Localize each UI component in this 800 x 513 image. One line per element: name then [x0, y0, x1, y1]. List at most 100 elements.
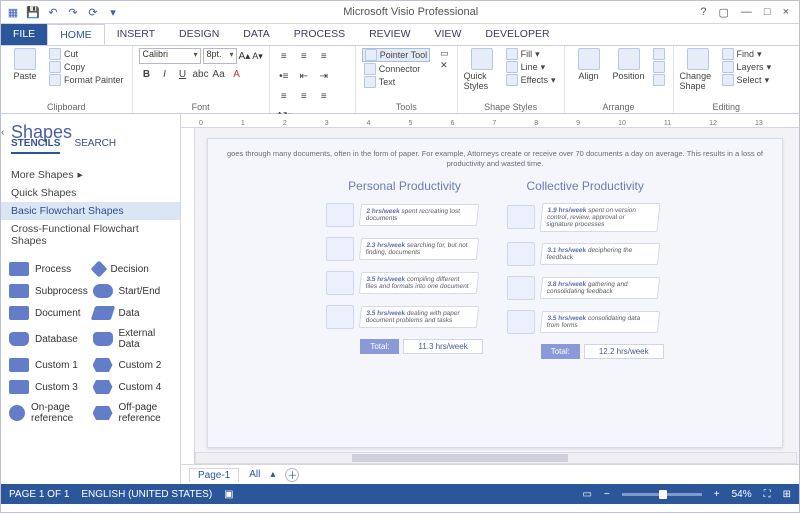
pointer-tool-button[interactable]: Pointer Tool [362, 48, 430, 62]
shape-on-page-reference[interactable]: On-page reference [9, 400, 89, 426]
italic-icon[interactable]: I [157, 66, 173, 82]
status-page[interactable]: PAGE 1 OF 1 [9, 489, 69, 500]
effects-button[interactable]: Effects▾ [504, 74, 558, 86]
presentation-mode-icon[interactable]: ▭ [582, 489, 591, 500]
change-shape-button[interactable]: Change Shape [680, 48, 716, 91]
entry-thumb-icon [326, 271, 354, 295]
increase-font-icon[interactable]: A▴ [239, 51, 251, 62]
shape-custom-2[interactable]: Custom 2 [93, 356, 173, 374]
copy-button[interactable]: Copy [47, 61, 126, 73]
shape-custom-1[interactable]: Custom 1 [9, 356, 89, 374]
select-button[interactable]: Select▾ [720, 74, 774, 86]
page-tab-1[interactable]: Page-1 [189, 468, 239, 482]
add-page-button[interactable]: ＋ [285, 468, 299, 482]
tab-data[interactable]: DATA [231, 24, 281, 45]
shape-subprocess[interactable]: Subprocess [9, 282, 89, 300]
shape-custom-3[interactable]: Custom 3 [9, 378, 89, 396]
bullets-icon[interactable]: •≡ [276, 68, 292, 84]
shape-start-end[interactable]: Start/End [93, 282, 173, 300]
tab-developer[interactable]: DEVELOPER [473, 24, 561, 45]
help-icon[interactable]: ? [700, 6, 706, 19]
underline-icon[interactable]: U [175, 66, 191, 82]
status-language[interactable]: ENGLISH (UNITED STATES) [81, 489, 212, 500]
bold-icon[interactable]: B [139, 66, 155, 82]
indent-dec-icon[interactable]: ⇤ [296, 68, 312, 84]
zoom-in-icon[interactable]: + [714, 489, 720, 500]
eraser-tool-icon[interactable]: ✕ [438, 60, 451, 71]
save-icon[interactable]: 💾 [25, 4, 41, 20]
connector-tool-button[interactable]: Connector [362, 63, 430, 75]
decrease-font-icon[interactable]: A▾ [252, 51, 263, 62]
all-pages-button[interactable]: All [249, 469, 260, 480]
shape-process[interactable]: Process [9, 260, 89, 278]
indent-inc-icon[interactable]: ⇥ [316, 68, 332, 84]
tab-view[interactable]: VIEW [423, 24, 474, 45]
macro-record-icon[interactable]: ▣ [224, 489, 233, 500]
collapse-shapes-icon[interactable]: ‹ [1, 127, 180, 138]
align-bottom-icon[interactable]: ≡ [316, 48, 332, 64]
group-icon[interactable] [651, 74, 667, 86]
cut-button[interactable]: Cut [47, 48, 126, 60]
zoom-level[interactable]: 54% [732, 489, 752, 500]
tab-home[interactable]: HOME [47, 24, 105, 45]
text-tool-button[interactable]: Text [362, 76, 430, 88]
shape-data[interactable]: Data [93, 304, 173, 322]
send-back-icon[interactable] [651, 61, 667, 73]
tab-file[interactable]: FILE [1, 24, 47, 45]
position-button[interactable]: Position [611, 48, 647, 81]
tab-design[interactable]: DESIGN [167, 24, 231, 45]
more-shapes-link[interactable]: More Shapes ▸ [11, 166, 170, 184]
stencil-quick-shapes[interactable]: Quick Shapes [11, 184, 170, 202]
tab-process[interactable]: PROCESS [282, 24, 357, 45]
stencils-tab[interactable]: STENCILS [11, 138, 60, 154]
shape-document[interactable]: Document [9, 304, 89, 322]
font-color-icon[interactable]: A [229, 66, 245, 82]
align-left-icon[interactable]: ≡ [276, 88, 292, 104]
align-button[interactable]: Align [571, 48, 607, 81]
text-highlight-icon[interactable]: Aa [211, 66, 227, 82]
align-right-icon[interactable]: ≡ [316, 88, 332, 104]
stencil-cross-functional[interactable]: Cross-Functional Flowchart Shapes [11, 220, 170, 250]
shape-off-page-reference[interactable]: Off-page reference [93, 400, 173, 426]
align-top-icon[interactable]: ≡ [276, 48, 292, 64]
redo-icon[interactable]: ↷ [65, 4, 81, 20]
line-button[interactable]: Line▾ [504, 61, 558, 73]
layers-button[interactable]: Layers▾ [720, 61, 774, 73]
drawing-page[interactable]: goes through many documents, often in th… [195, 128, 799, 464]
align-middle-icon[interactable]: ≡ [296, 48, 312, 64]
shape-decision[interactable]: Decision [93, 260, 173, 278]
ribbon-display-icon[interactable]: ▢ [719, 6, 729, 19]
close-icon[interactable]: × [783, 6, 789, 19]
scrollbar-horizontal[interactable] [195, 452, 797, 464]
shape-database[interactable]: Database [9, 326, 89, 352]
scrollbar-thumb[interactable] [352, 454, 568, 462]
all-pages-chevron-icon[interactable]: ▴ [270, 469, 275, 480]
undo-icon[interactable]: ↶ [45, 4, 61, 20]
zoom-slider[interactable] [622, 493, 702, 496]
find-button[interactable]: Find▾ [720, 48, 774, 60]
quick-styles-button[interactable]: Quick Styles [464, 48, 500, 91]
zoom-out-icon[interactable]: − [604, 489, 610, 500]
tab-insert[interactable]: INSERT [105, 24, 167, 45]
shape-custom-4[interactable]: Custom 4 [93, 378, 173, 396]
minimize-icon[interactable]: — [741, 6, 752, 19]
zoom-knob[interactable] [659, 490, 667, 499]
format-painter-button[interactable]: Format Painter [47, 74, 126, 86]
paste-button[interactable]: Paste [7, 48, 43, 81]
strike-icon[interactable]: abc [193, 66, 209, 82]
shape-external-data[interactable]: External Data [93, 326, 173, 352]
rectangle-tool-icon[interactable]: ▭ [438, 48, 451, 59]
font-size-combo[interactable]: 8pt. [203, 48, 237, 64]
refresh-icon[interactable]: ⟳ [85, 4, 101, 20]
fit-page-icon[interactable]: ⛶ [764, 489, 771, 500]
bring-front-icon[interactable] [651, 48, 667, 60]
maximize-icon[interactable]: □ [764, 6, 771, 19]
align-center-icon[interactable]: ≡ [296, 88, 312, 104]
font-family-combo[interactable]: Calibri [139, 48, 201, 64]
search-tab[interactable]: SEARCH [74, 138, 116, 154]
pan-zoom-icon[interactable]: ⊞ [783, 489, 791, 500]
fill-button[interactable]: Fill▾ [504, 48, 558, 60]
tab-review[interactable]: REVIEW [357, 24, 422, 45]
stencil-basic-flowchart[interactable]: Basic Flowchart Shapes [1, 202, 180, 220]
qat-dropdown-icon[interactable]: ▾ [105, 4, 121, 20]
